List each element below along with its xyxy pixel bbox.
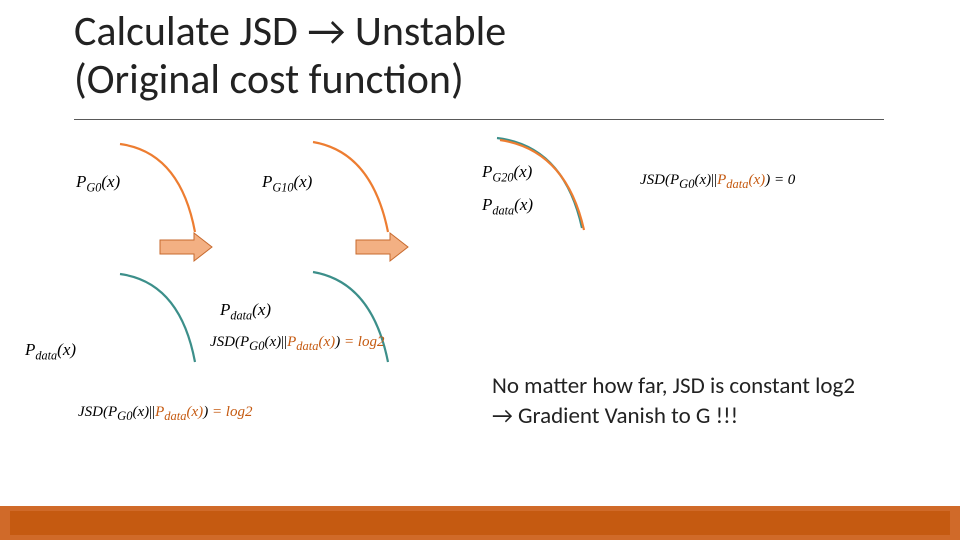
label-pg20: PG20(x) [482,162,532,185]
arc-pg0 [120,144,195,232]
slide: Calculate JSD → Unstable (Original cost … [0,0,960,540]
footer-bar-inner [10,511,950,535]
label-pdata-top: Pdata(x) [482,195,533,218]
label-pdata-1: Pdata(x) [25,340,76,363]
label-pg10: PG10(x) [262,172,312,195]
label-pg0: PG0(x) [76,172,120,195]
bottom-caption: No matter how far, JSD is constant log2 … [492,372,922,432]
label-pdata-2: Pdata(x) [220,300,271,323]
arc-pg10 [313,142,388,232]
arrow-2 [356,233,408,261]
arc-pdata-1 [120,274,195,362]
equation-jsd-log2-a: JSD(PG0(x)||Pdata(x)) = log2 [78,404,252,424]
caption-line-1: No matter how far, JSD is constant log2 [492,372,855,400]
arrow-1 [160,233,212,261]
footer-bar [0,506,960,540]
caption-line-2: → Gradient Vanish to G !!! [492,402,738,430]
diagram-canvas [0,0,960,540]
equation-jsd-zero: JSD(PG0(x)||Pdata(x)) = 0 [640,172,795,192]
equation-jsd-log2-b: JSD(PG0(x)||Pdata(x)) = log2 [210,334,384,354]
